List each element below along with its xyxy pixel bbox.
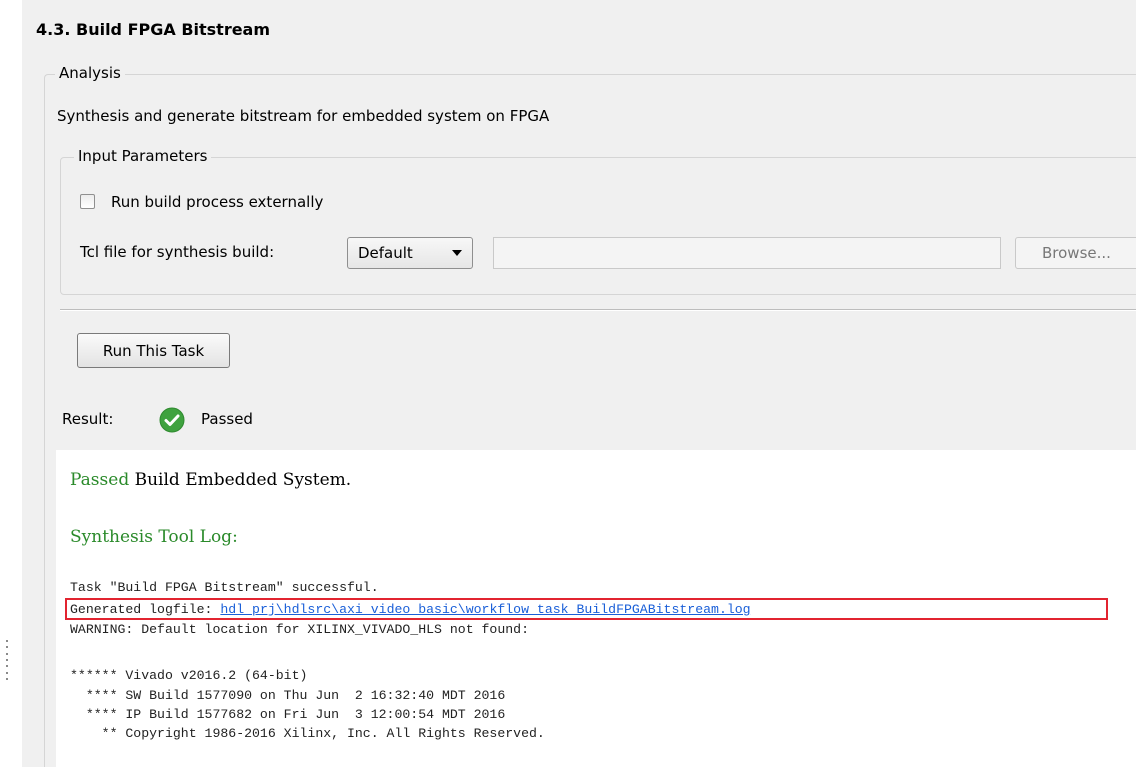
log-status-word: Passed xyxy=(70,470,130,490)
log-summary: Passed Build Embedded System. xyxy=(70,470,351,490)
task-title: 4.3. Build FPGA Bitstream xyxy=(36,20,271,39)
highlight-box xyxy=(65,598,1108,620)
browse-button[interactable]: Browse... xyxy=(1015,237,1136,269)
log-line: ** Copyright 1986-2016 Xilinx, Inc. All … xyxy=(70,726,545,741)
analysis-description: Synthesis and generate bitstream for emb… xyxy=(57,107,550,125)
tcl-file-path-field[interactable] xyxy=(493,237,1001,269)
input-parameters-legend: Input Parameters xyxy=(74,147,212,165)
input-parameters-group xyxy=(60,157,1136,295)
left-gutter xyxy=(0,0,22,767)
log-line: **** SW Build 1577090 on Thu Jun 2 16:32… xyxy=(70,688,506,703)
run-externally-checkbox[interactable] xyxy=(80,194,95,209)
log-heading: Synthesis Tool Log: xyxy=(70,527,238,547)
chevron-down-icon xyxy=(452,250,462,256)
tcl-file-dropdown-value: Default xyxy=(358,244,413,262)
result-status: Passed xyxy=(201,410,253,428)
log-status-text: Build Embedded System. xyxy=(129,470,352,490)
splitter-grip-icon[interactable] xyxy=(4,640,10,680)
tcl-file-dropdown[interactable]: Default xyxy=(347,237,473,269)
tcl-file-label: Tcl file for synthesis build: xyxy=(80,243,275,261)
log-line: Task "Build FPGA Bitstream" successful. xyxy=(70,580,379,595)
analysis-legend: Analysis xyxy=(55,64,125,82)
result-label: Result: xyxy=(62,410,114,428)
run-externally-label[interactable]: Run build process externally xyxy=(111,193,323,211)
task-panel: 4.3. Build FPGA Bitstream Analysis Synth… xyxy=(0,0,1136,767)
run-this-task-button[interactable]: Run This Task xyxy=(77,333,230,368)
log-line: WARNING: Default location for XILINX_VIV… xyxy=(70,622,529,637)
log-line: **** IP Build 1577682 on Fri Jun 3 12:00… xyxy=(70,707,506,722)
section-divider xyxy=(60,309,1136,311)
log-line: ****** Vivado v2016.2 (64-bit) xyxy=(70,668,308,683)
check-circle-icon xyxy=(159,407,185,433)
